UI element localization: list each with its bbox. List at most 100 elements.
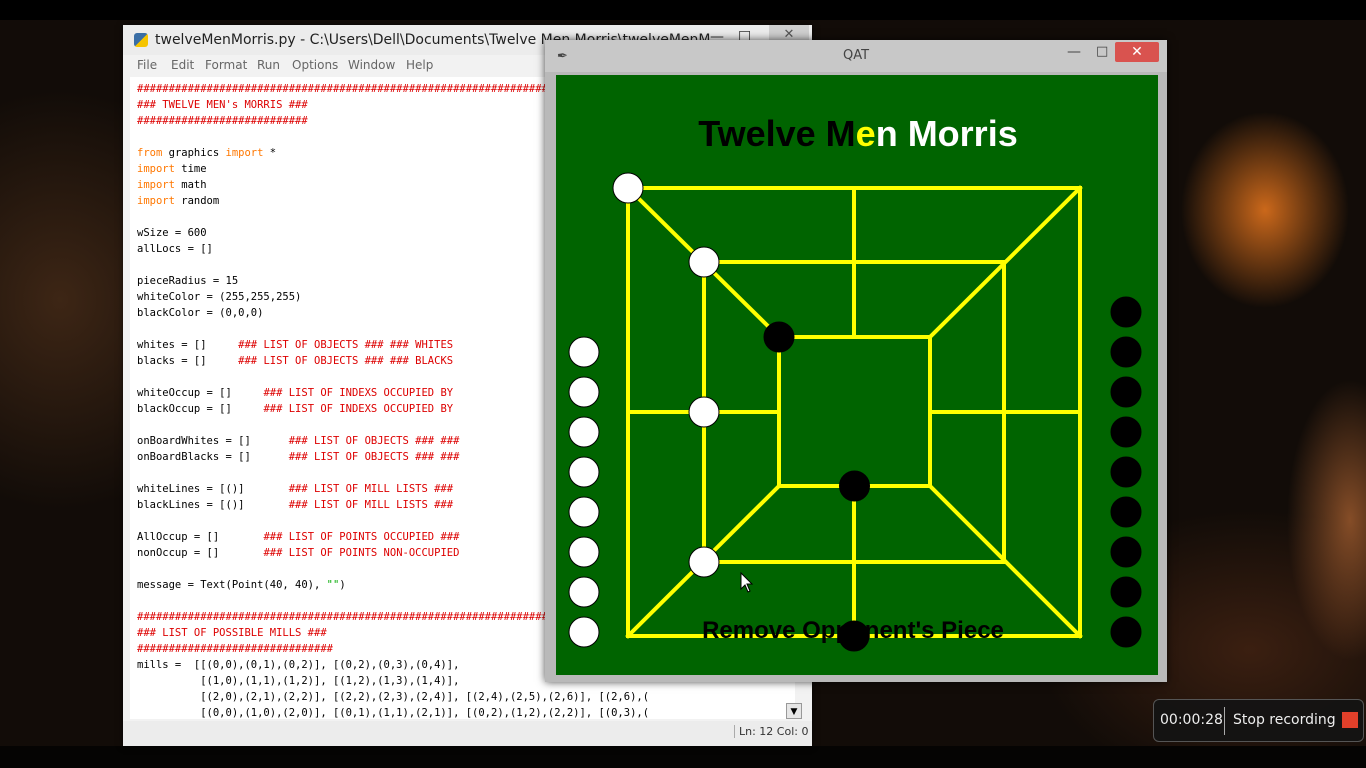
white-piece[interactable] [688,546,720,578]
code-token: ### LIST OF POINTS OCCUPIED ### [263,531,460,543]
code-token: random [174,195,220,207]
code-token: ### LIST OF MILL LISTS ### [288,499,454,511]
stop-icon[interactable] [1342,712,1358,728]
game-title: Twelve Men Morris [698,113,1017,154]
status-message: Remove Opponent's Piece [702,617,1004,644]
black-reserve-piece[interactable] [1110,376,1142,408]
code-token: ### LIST OF OBJECTS ### ### BLACKS [238,355,454,367]
code-token: whiteLines = [()] [137,483,289,495]
white-piece[interactable] [612,172,644,204]
menu-format[interactable]: Format [205,58,247,72]
title-part-3: n Morris [876,113,1018,154]
menu-options[interactable]: Options [292,58,338,72]
code-token: ### LIST OF INDEXS OCCUPIED BY [263,387,454,399]
menu-edit[interactable]: Edit [171,58,194,72]
code-token: onBoardWhites = [] [137,435,289,447]
code-token: ### LIST OF POSSIBLE MILLS ### [137,627,327,639]
maximize-icon[interactable]: □ [1096,44,1108,59]
code-token: blacks = [] [137,355,239,367]
qat-window[interactable]: ✒ QAT — □ ✕ Twelve Men Morris Remove Opp… [545,40,1167,682]
minimize-icon[interactable]: — [1067,44,1081,60]
white-piece[interactable] [688,396,720,428]
separator [1224,707,1225,735]
title-part-1: Twelve M [698,113,855,154]
code-token: ### LIST OF INDEXS OCCUPIED BY [263,403,454,415]
code-token: import [137,163,175,175]
code-token: ########################### [137,115,308,127]
white-reserve-piece[interactable] [568,576,600,608]
bottom-black-bar [0,746,1366,768]
code-token: whites = [] [137,339,239,351]
recording-widget: 00:00:28 Stop recording [1153,699,1364,742]
black-reserve-piece[interactable] [1110,576,1142,608]
menu-run[interactable]: Run [257,58,280,72]
white-reserve-piece[interactable] [568,416,600,448]
code-token: [(2,0),(2,1),(2,2)], [(2,2),(2,3),(2,4)]… [137,691,650,703]
code-token: whiteOccup = [] [137,387,264,399]
white-piece[interactable] [688,246,720,278]
black-reserve-piece[interactable] [1110,616,1142,648]
code-token: message = Text(Point(40, 40), [137,579,327,591]
title-part-2: e [856,113,876,154]
black-piece[interactable] [763,321,795,353]
qat-titlebar[interactable]: ✒ QAT — □ ✕ [545,40,1167,72]
code-token: pieceRadius = 15 [137,275,239,287]
code-token: wSize = 600 [137,227,207,239]
code-token: ### LIST OF OBJECTS ### ### [288,435,460,447]
game-canvas[interactable]: Twelve Men Morris Remove Opponent's Piec… [556,75,1158,675]
white-reserve-piece[interactable] [568,536,600,568]
code-token: math [174,179,207,191]
code-token: ) [339,579,346,591]
white-reserve-piece[interactable] [568,376,600,408]
black-reserve-piece[interactable] [1110,336,1142,368]
code-token: blackOccup = [] [137,403,264,415]
code-token: [(0,0),(1,0),(2,0)], [(0,1),(1,1),(2,1)]… [137,707,650,719]
white-reserve-piece[interactable] [568,336,600,368]
code-token: * [263,147,277,159]
black-reserve-piece[interactable] [1110,456,1142,488]
white-reserve-piece[interactable] [568,616,600,648]
code-line: [(0,0),(1,0),(2,0)], [(0,1),(1,1),(2,1)]… [137,705,795,719]
code-token: from [137,147,163,159]
code-token: [(1,0),(1,1),(1,2)], [(1,2),(1,3),(1,4)]… [137,675,460,687]
board-svg[interactable]: Twelve Men Morris Remove Opponent's Piec… [556,75,1158,675]
code-token: nonOccup = [] [137,547,264,559]
code-token: graphics [162,147,226,159]
black-piece[interactable] [839,470,870,502]
code-token: ############################### [137,643,333,655]
code-token: AllOccup = [] [137,531,264,543]
code-token: import [137,179,175,191]
black-reserve-piece[interactable] [1110,496,1142,528]
code-token: ### LIST OF OBJECTS ### ### [288,451,460,463]
code-token: "" [326,579,340,591]
code-token: time [174,163,207,175]
menu-help[interactable]: Help [406,58,433,72]
editor-statusbar: Ln: 12 Col: 0 [123,721,812,746]
black-reserve-piece[interactable] [1110,536,1142,568]
code-token: ### LIST OF POINTS NON-OCCUPIED [263,547,460,559]
black-reserve-piece[interactable] [1110,416,1142,448]
white-reserve-piece[interactable] [568,456,600,488]
menu-window[interactable]: Window [348,58,395,72]
white-reserve-piece[interactable] [568,496,600,528]
code-token: ### TWELVE MEN's MORRIS ### [137,99,308,111]
scroll-down-arrow-icon[interactable]: ▼ [786,703,802,719]
stop-recording-button[interactable]: Stop recording [1233,712,1336,728]
python-icon [134,33,148,47]
menu-file[interactable]: File [137,58,157,72]
code-token: import [137,195,175,207]
code-token: onBoardBlacks = [] [137,451,289,463]
code-token: ### LIST OF OBJECTS ### ### WHITES [238,339,454,351]
code-token: whiteColor = (255,255,255) [137,291,302,303]
code-token: import [225,147,264,159]
code-token: ### LIST OF MILL LISTS ### [288,483,454,495]
top-black-bar [0,0,1366,20]
code-token: blackColor = (0,0,0) [137,307,264,319]
close-icon[interactable]: ✕ [1115,42,1159,62]
black-reserve-piece[interactable] [1110,296,1142,328]
code-token: blackLines = [()] [137,499,289,511]
recording-timer: 00:00:28 [1160,712,1223,728]
code-token: allLocs = [] [137,243,213,255]
cursor-position: Ln: 12 Col: 0 [734,725,808,738]
mouse-cursor-icon [740,571,754,593]
